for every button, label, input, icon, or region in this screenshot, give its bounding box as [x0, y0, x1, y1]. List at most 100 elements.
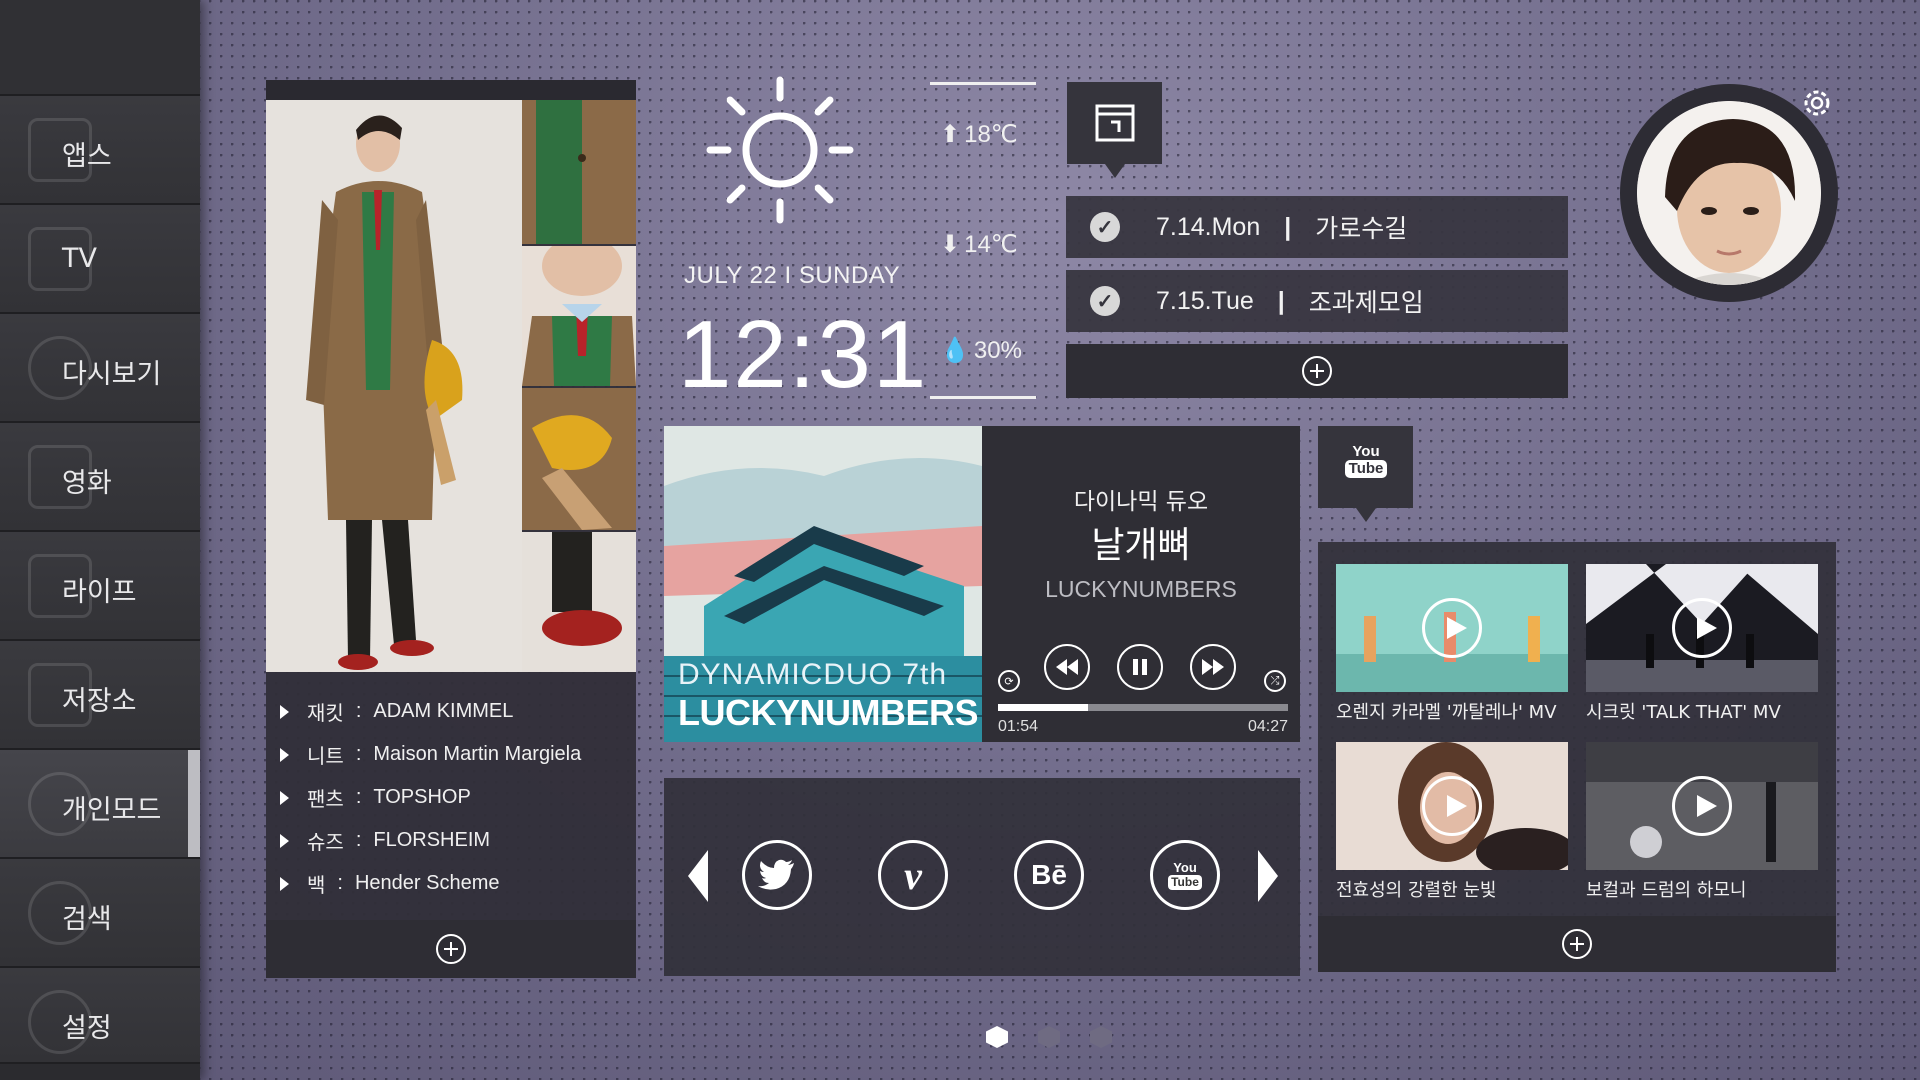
video-title: 전효성의 강렬한 눈빛 — [1336, 880, 1497, 901]
list-item[interactable]: 슈즈 : FLORSHEIM — [266, 819, 636, 862]
item-separator: : — [355, 743, 362, 765]
next-arrow-icon[interactable] — [1258, 850, 1278, 902]
youtube-logo-tube: Tube — [1344, 460, 1388, 478]
bag-detail — [522, 388, 636, 530]
twitter-bird-glyph — [758, 859, 794, 890]
play-icon — [1422, 776, 1482, 836]
calendar-add-button[interactable] — [1066, 344, 1568, 398]
avatar-photo — [1637, 101, 1821, 285]
calendar-event[interactable]: ✓ 7.14.Mon | 가로수길 — [1066, 196, 1568, 258]
bullet-arrow-icon — [280, 790, 289, 805]
page-indicator-2[interactable] — [1038, 1026, 1060, 1048]
sidebar-item-label: 검색 — [62, 904, 112, 935]
list-item[interactable]: 백 : Hender Scheme — [266, 862, 636, 905]
vimeo-icon[interactable]: v — [878, 840, 948, 910]
repeat-icon[interactable]: ⟳ — [998, 670, 1020, 692]
item-category: 재킷 — [307, 703, 344, 725]
video-thumbnail[interactable] — [1336, 564, 1568, 692]
clock-time: 12:31 — [678, 301, 929, 408]
youtube-icon[interactable]: You Tube — [1150, 840, 1220, 910]
video-thumbnail[interactable] — [1336, 742, 1568, 870]
twitter-icon[interactable] — [742, 840, 812, 910]
music-player: DYNAMICDUO 7th LUCKYNUMBERS 다이나믹 듀오 날개뼈 … — [664, 426, 1300, 742]
fast-forward-icon — [1202, 659, 1224, 675]
sidebar-item-settings[interactable]: 설정 — [0, 968, 200, 1064]
behance-icon[interactable]: Bē — [1014, 840, 1084, 910]
sidebar-header — [0, 0, 200, 96]
humidity: 💧 30% — [940, 336, 1022, 365]
behance-glyph: Bē — [1031, 859, 1067, 890]
play-icon — [1672, 598, 1732, 658]
calendar-tab[interactable] — [1067, 82, 1162, 178]
fashion-card: 재킷 : ADAM KIMMEL 니트 : Maison Martin Marg… — [266, 80, 636, 978]
vimeo-glyph: v — [904, 852, 922, 898]
sidebar-item-search[interactable]: 검색 — [0, 859, 200, 968]
elapsed-time: 01:54 — [998, 718, 1039, 735]
check-icon: ✓ — [1090, 212, 1120, 242]
sidebar-item-replay[interactable]: 다시보기 — [0, 314, 200, 423]
item-brand: Maison Martin Margiela — [373, 743, 582, 765]
social-links: v Bē You Tube — [664, 778, 1300, 976]
sidebar-item-life[interactable]: 라이프 — [0, 532, 200, 641]
youtube-tab[interactable]: You Tube — [1318, 426, 1413, 522]
arrow-up-icon: ⬆ — [940, 121, 961, 148]
rewind-icon — [1056, 659, 1078, 675]
sidebar-item-apps[interactable]: 앱스 — [0, 96, 200, 205]
divider — [930, 82, 1036, 85]
item-category: 니트 — [307, 746, 344, 768]
fashion-photo[interactable] — [266, 100, 522, 672]
plus-circle-icon — [436, 934, 466, 964]
sidebar-item-tv[interactable]: TV — [0, 205, 200, 314]
youtube-you: You — [1173, 859, 1197, 875]
item-separator: : — [355, 786, 362, 808]
sidebar-item-personal-mode[interactable]: 개인모드 — [0, 750, 200, 859]
avatar — [1637, 101, 1821, 285]
model-illustration — [266, 100, 522, 672]
fashion-detail-photo[interactable] — [522, 246, 636, 386]
fashion-detail-photo[interactable] — [522, 532, 636, 672]
page-indicator-1[interactable] — [986, 1026, 1008, 1048]
fashion-detail-photo[interactable] — [522, 100, 636, 244]
album-art[interactable]: DYNAMICDUO 7th LUCKYNUMBERS — [664, 426, 982, 742]
item-brand: ADAM KIMMEL — [373, 700, 514, 722]
video-thumbnail[interactable] — [1586, 742, 1818, 870]
calendar-event[interactable]: ✓ 7.15.Tue | 조과제모임 — [1066, 270, 1568, 332]
sidebar-item-label: 저장소 — [62, 686, 137, 717]
item-brand: FLORSHEIM — [373, 829, 491, 851]
item-brand: TOPSHOP — [373, 786, 471, 808]
temp-high-value: 18℃ — [964, 121, 1018, 148]
youtube-add-button[interactable] — [1318, 916, 1836, 972]
progress-bar[interactable] — [998, 704, 1288, 711]
plus-circle-icon — [1562, 929, 1592, 959]
video-thumbnail[interactable] — [1586, 564, 1818, 692]
list-item[interactable]: 팬츠 : TOPSHOP — [266, 776, 636, 819]
sidebar-item-label: 다시보기 — [62, 359, 162, 390]
list-item[interactable]: 재킷 : ADAM KIMMEL — [266, 690, 636, 733]
bullet-arrow-icon — [280, 833, 289, 848]
fast-forward-button[interactable] — [1190, 644, 1236, 690]
fashion-detail-photo[interactable] — [522, 388, 636, 530]
sidebar-item-label: TV — [62, 243, 97, 274]
sidebar-item-movies[interactable]: 영화 — [0, 423, 200, 532]
sidebar-item-storage[interactable]: 저장소 — [0, 641, 200, 750]
calendar-icon — [1095, 104, 1135, 142]
song-title: 날개뼈 — [1091, 525, 1191, 566]
fashion-add-button[interactable] — [266, 920, 636, 978]
profile-avatar[interactable] — [1620, 84, 1838, 302]
event-title: 가로수길 — [1315, 215, 1408, 243]
shuffle-icon[interactable]: ⤮ — [1264, 670, 1286, 692]
prev-arrow-icon[interactable] — [688, 850, 708, 902]
list-item[interactable]: 니트 : Maison Martin Margiela — [266, 733, 636, 776]
rewind-button[interactable] — [1044, 644, 1090, 690]
video-title: 보컬과 드럼의 하모니 — [1586, 880, 1747, 901]
page-indicator-3[interactable] — [1090, 1026, 1112, 1048]
youtube-logo-icon: You Tube — [1344, 444, 1388, 478]
sidebar-item-label: 라이프 — [62, 577, 137, 608]
bullet-arrow-icon — [280, 704, 289, 719]
progress-fill — [998, 704, 1088, 711]
sidebar-item-label: 영화 — [62, 468, 112, 499]
play-icon — [1422, 598, 1482, 658]
pause-button[interactable] — [1117, 644, 1163, 690]
sidebar-item-label: 설정 — [62, 1013, 112, 1044]
gear-icon[interactable] — [1798, 84, 1836, 122]
